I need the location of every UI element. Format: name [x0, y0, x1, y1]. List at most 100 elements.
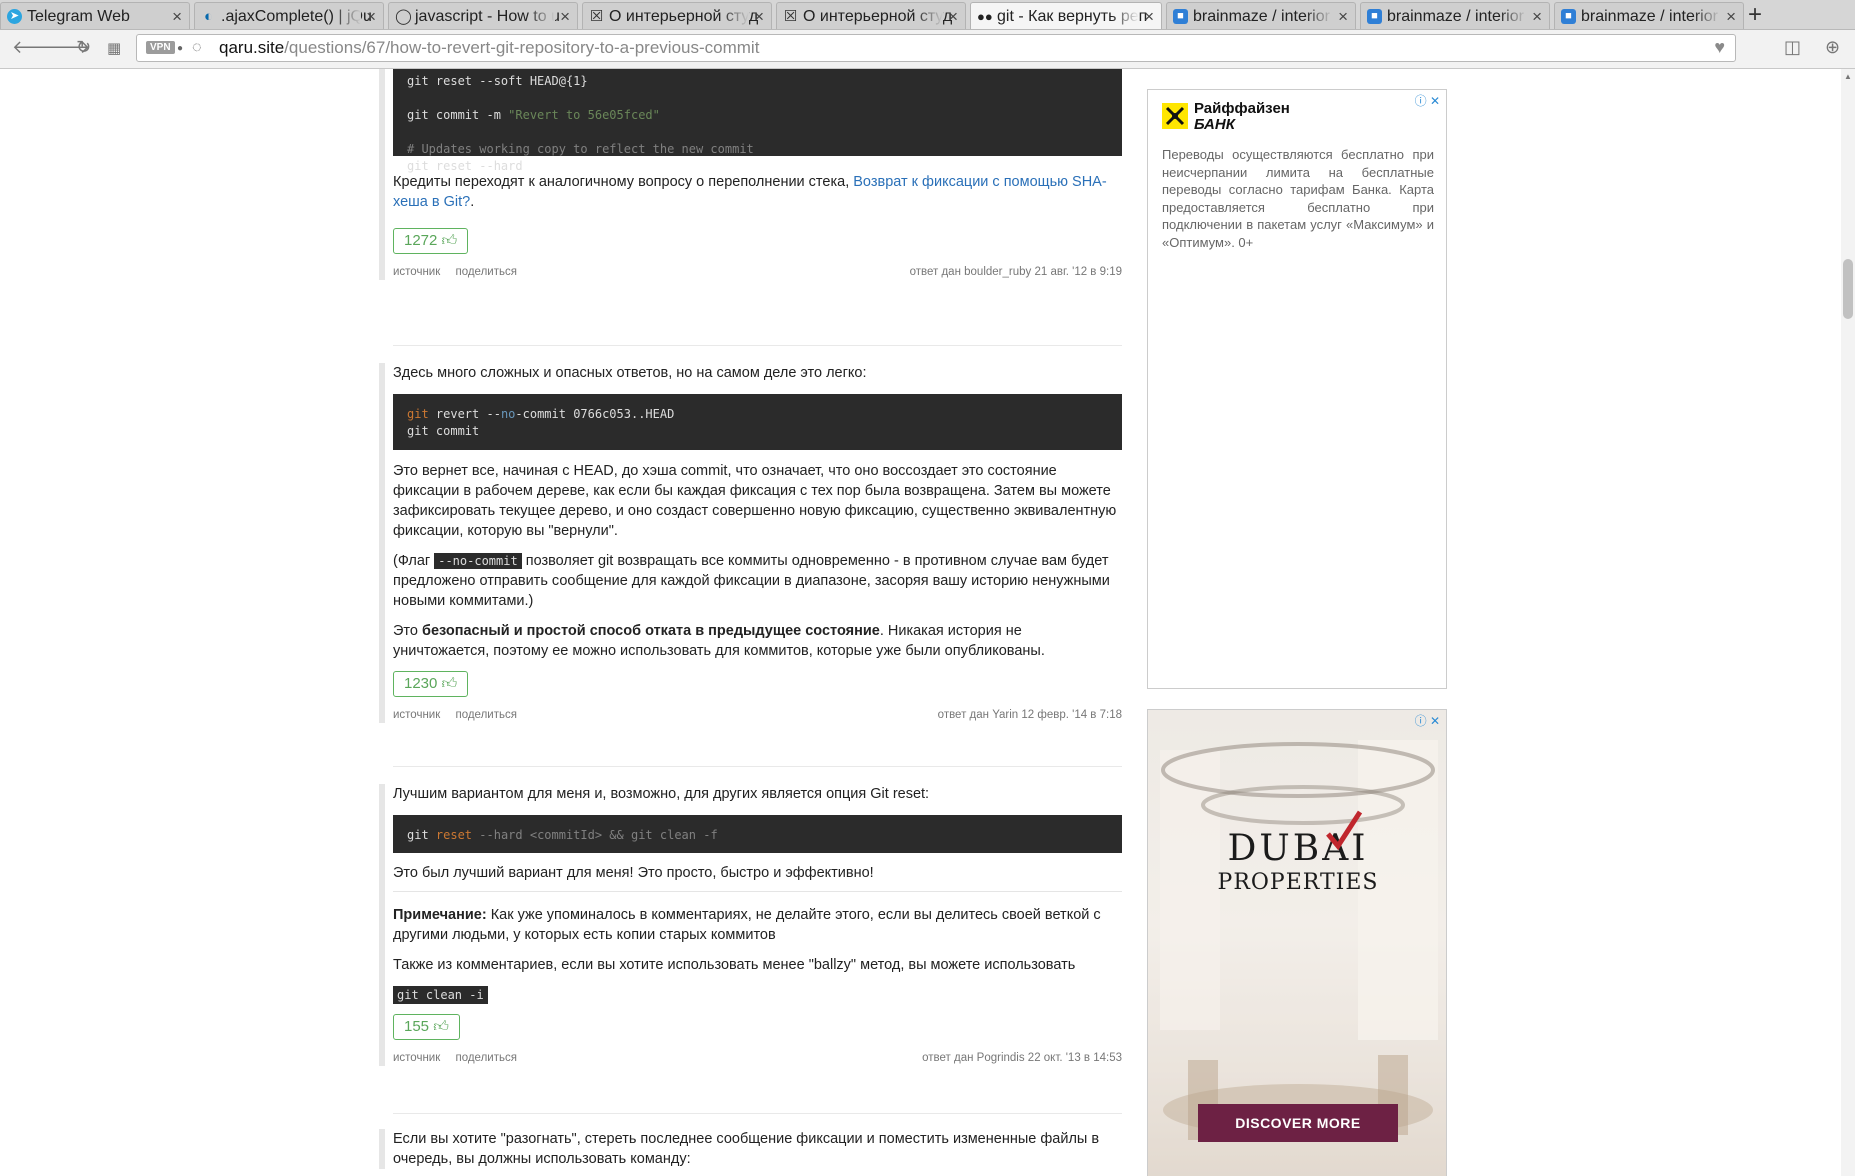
close-icon[interactable]: ×	[1144, 3, 1154, 29]
inline-code: --no-commit	[434, 553, 522, 569]
code-block: git revert --no-commit 0766c053..HEAD gi…	[393, 394, 1122, 450]
note-paragraph: Примечание: Как уже упоминалось в коммен…	[393, 907, 1101, 943]
answered-by: ответ дан boulder_ruby 21 авг. '12 в 9:1…	[909, 266, 1122, 278]
answer-paragraph: (Флаг --no-commit позволяет git возвраща…	[393, 553, 1110, 609]
jquery-icon: ◐	[203, 8, 214, 25]
answer-paragraph: Также из комментариев, если вы хотите ис…	[393, 957, 1076, 973]
answer-meta: источник поделиться ответ дан Pogrindis …	[393, 1052, 1122, 1066]
ad-dubai-properties[interactable]: ⓘ ✕ DUBAI PROPERTIES DISCOVER MORE	[1147, 709, 1447, 1176]
address-bar[interactable]: VPN ● ◌ qaru.site/questions/67/how-to-re…	[136, 34, 1736, 62]
bitbucket-icon: ■	[1561, 9, 1576, 24]
answer-intro: Лучшим вариантом для меня и, возможно, д…	[393, 786, 930, 802]
answer-paragraph: Это безопасный и простой способ отката в…	[393, 623, 1045, 659]
scroll-up-icon[interactable]: ▲	[1844, 72, 1852, 81]
share-link[interactable]: поделиться	[455, 1052, 516, 1064]
tab-mail-1[interactable]: ☒ О интерьерной студ ×	[582, 2, 772, 29]
tab-title: Telegram Web	[27, 8, 130, 25]
raiffeisen-logo-icon	[1162, 103, 1188, 129]
close-icon[interactable]: ×	[948, 3, 958, 29]
upvote-button[interactable]: 1272 👍︎	[393, 228, 469, 254]
share-link[interactable]: поделиться	[455, 709, 516, 721]
vote-row: 155 👍︎	[393, 1014, 1122, 1040]
bitbucket-icon: ■	[1367, 9, 1382, 24]
page-scrollbar[interactable]: ▲	[1841, 69, 1855, 1176]
url-text[interactable]: qaru.site/questions/67/how-to-revert-git…	[219, 38, 759, 58]
glasses-icon: ●●	[977, 9, 993, 24]
ad-choices-icon[interactable]: ⓘ ✕	[1415, 712, 1440, 729]
bitbucket-icon: ■	[1173, 9, 1188, 24]
tab-mail-2[interactable]: ☒ О интерьерной студ ×	[776, 2, 966, 29]
source-link[interactable]: источник	[393, 1052, 440, 1064]
upvote-button[interactable]: 1230 👍︎	[393, 671, 469, 697]
mail-icon: ☒	[589, 8, 604, 25]
discover-more-button[interactable]: DISCOVER MORE	[1198, 1104, 1398, 1142]
new-tab-button[interactable]: +	[1748, 1, 1762, 28]
tab-jquery[interactable]: ◐ .ajaxComplete() | jQu ×	[194, 2, 384, 29]
answer-paragraph: Это был лучший вариант для меня! Это про…	[393, 865, 874, 881]
answer-1: git reset --soft HEAD@{1} git commit -m …	[379, 69, 1122, 280]
scrollbar-thumb[interactable]	[1843, 259, 1853, 319]
close-icon[interactable]: ×	[754, 3, 764, 29]
answer-paragraph: Это вернет все, начиная с HEAD, до хэша …	[393, 463, 1117, 539]
ad-raiffeisen[interactable]: ⓘ ✕ Райффайзен БАНК Переводы осуществляю…	[1147, 89, 1447, 689]
site-info-icon[interactable]: ◌	[192, 39, 202, 57]
tab-telegram[interactable]: ➤ Telegram Web ×	[0, 2, 190, 29]
vpn-badge[interactable]: VPN	[146, 41, 175, 54]
close-icon[interactable]: ×	[1532, 3, 1542, 29]
answer-intro: Здесь много сложных и опасных ответов, н…	[393, 365, 867, 381]
vote-row: 1230 👍︎	[393, 671, 1122, 697]
ad-brand-properties: PROPERTIES	[1217, 870, 1379, 895]
answer-3: Лучшим вариантом для меня и, возможно, д…	[379, 784, 1122, 1066]
answer-meta: источник поделиться ответ дан boulder_ru…	[393, 266, 1122, 280]
close-icon[interactable]: ×	[1338, 3, 1348, 29]
github-icon: ◯	[395, 8, 412, 25]
tab-bitbucket-3[interactable]: ■ brainmaze / interior ×	[1554, 2, 1744, 29]
close-icon[interactable]: ×	[172, 3, 182, 29]
close-icon[interactable]: ×	[1726, 3, 1736, 29]
heart-icon[interactable]: ♥	[1714, 37, 1725, 58]
answer-divider	[393, 345, 1122, 346]
close-icon[interactable]: ×	[366, 3, 376, 29]
mail-icon: ☒	[783, 8, 798, 25]
ad-text: Переводы осуществляются бесплатно при не…	[1162, 147, 1434, 250]
browser-toolbar: 🡐 🡒 ↻ ▦ VPN ● ◌ qaru.site/questions/67/h…	[0, 30, 1855, 69]
thumbs-up-icon: 👍︎	[441, 232, 458, 249]
tab-strip: ➤ Telegram Web × ◐ .ajaxComplete() | jQu…	[0, 0, 1855, 30]
inline-code: git clean -i	[393, 986, 488, 1004]
credits-text: Кредиты переходят к аналогичному вопросу…	[393, 174, 1107, 210]
ad-brand-dubai: DUBAI	[1227, 828, 1369, 869]
code-block: git reset --soft HEAD@{1} git commit -m …	[393, 69, 1122, 173]
ad-choices-icon[interactable]: ⓘ ✕	[1415, 92, 1440, 109]
tab-git-active[interactable]: ●● git - Как вернуть реп ×	[970, 2, 1162, 29]
share-link[interactable]: поделиться	[455, 266, 516, 278]
answered-by: ответ дан Pogrindis 22 окт. '13 в 14:53	[922, 1052, 1122, 1064]
answer-2: Здесь много сложных и опасных ответов, н…	[379, 363, 1122, 723]
page-content: git reset --soft HEAD@{1} git commit -m …	[0, 69, 1855, 1176]
ad-brand: Райффайзен БАНК	[1194, 100, 1290, 133]
code-block: git reset --hard <commitId> && git clean…	[393, 815, 1122, 853]
answer-divider	[393, 1113, 1122, 1114]
tab-bitbucket-2[interactable]: ■ brainmaze / interior ×	[1360, 2, 1550, 29]
inline-code-row: git clean -i	[393, 986, 1122, 1004]
upvote-button[interactable]: 155 👍︎	[393, 1014, 460, 1040]
reload-button[interactable]: ↻	[76, 37, 91, 58]
telegram-icon: ➤	[7, 9, 22, 24]
tab-github[interactable]: ◯ javascript - How to u ×	[388, 2, 578, 29]
note-divider	[393, 891, 1122, 892]
source-link[interactable]: источник	[393, 266, 440, 278]
thumbs-up-icon: 👍︎	[433, 1018, 449, 1035]
tab-bitbucket-1[interactable]: ■ brainmaze / interior ×	[1166, 2, 1356, 29]
thumbs-up-icon: 👍︎	[441, 675, 458, 692]
answer-divider	[393, 766, 1122, 767]
answer-intro: Если вы хотите "разогнать", стереть посл…	[393, 1131, 1100, 1167]
source-link[interactable]: источник	[393, 709, 440, 721]
answer-4: Если вы хотите "разогнать", стереть посл…	[379, 1129, 1122, 1169]
extension-icon[interactable]: ◫	[1784, 37, 1801, 58]
close-icon[interactable]: ×	[560, 3, 570, 29]
checkmark-logo-icon	[1326, 810, 1363, 851]
answer-meta: источник поделиться ответ дан Yarin 12 ф…	[393, 709, 1122, 723]
answered-by: ответ дан Yarin 12 февр. '14 в 7:18	[937, 709, 1122, 721]
apps-grid-icon[interactable]: ▦	[107, 39, 121, 57]
download-icon[interactable]: ⊕	[1825, 37, 1840, 58]
dot-icon: ●	[177, 43, 184, 54]
